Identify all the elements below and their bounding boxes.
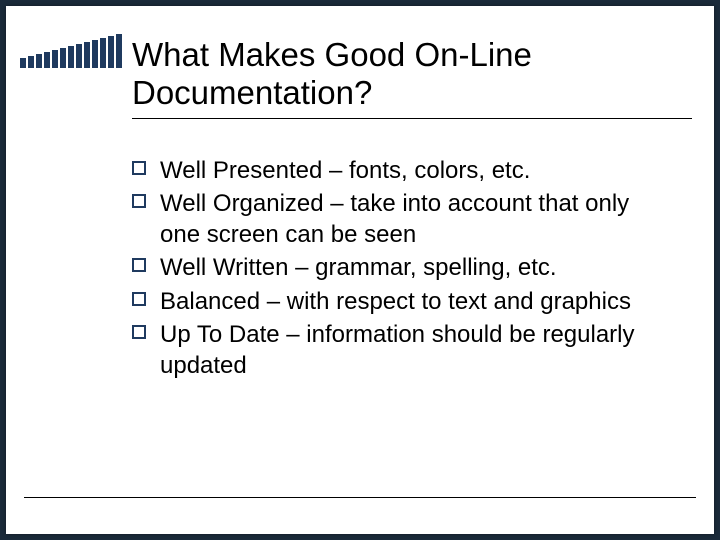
checkbox-icon — [132, 258, 146, 272]
slide: What Makes Good On-Line Documentation? W… — [6, 6, 714, 534]
bullet-list: Well Presented – fonts, colors, etc. Wel… — [132, 155, 662, 381]
slide-title: What Makes Good On-Line Documentation? — [132, 36, 692, 112]
checkbox-icon — [132, 325, 146, 339]
bottom-rule — [24, 497, 696, 498]
bullet-text: Up To Date – information should be regul… — [160, 321, 635, 379]
bullet-text: Well Organized – take into account that … — [160, 190, 629, 248]
list-item: Balanced – with respect to text and grap… — [132, 286, 662, 317]
bullet-text: Well Presented – fonts, colors, etc. — [160, 157, 530, 184]
checkbox-icon — [132, 194, 146, 208]
bullet-text: Well Written – grammar, spelling, etc. — [160, 254, 557, 281]
checkbox-icon — [132, 292, 146, 306]
list-item: Well Written – grammar, spelling, etc. — [132, 252, 662, 283]
content-area: What Makes Good On-Line Documentation? W… — [132, 36, 692, 383]
list-item: Up To Date – information should be regul… — [132, 319, 662, 381]
list-item: Well Organized – take into account that … — [132, 188, 662, 250]
list-item: Well Presented – fonts, colors, etc. — [132, 155, 662, 186]
checkbox-icon — [132, 161, 146, 175]
title-underline — [132, 118, 692, 119]
bullet-text: Balanced – with respect to text and grap… — [160, 288, 631, 315]
decorative-bars — [20, 34, 122, 68]
